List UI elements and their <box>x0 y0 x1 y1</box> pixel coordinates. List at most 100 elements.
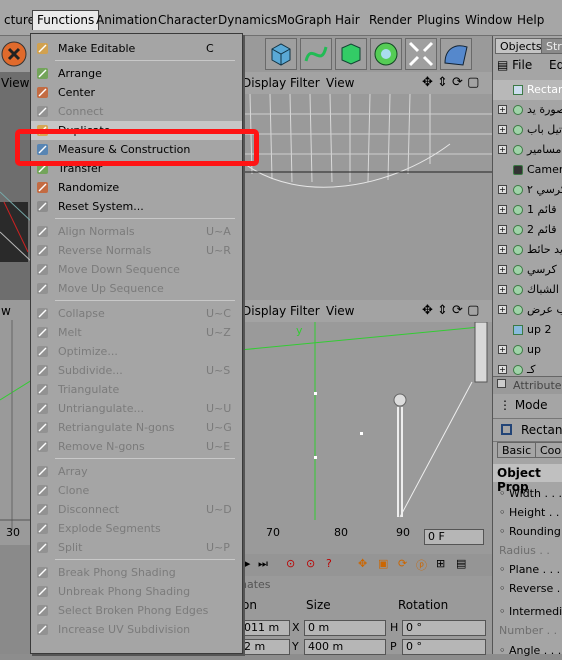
object-list-item[interactable]: + الشباك <box>493 280 562 300</box>
expand-icon[interactable]: + <box>498 285 507 294</box>
object-name: ايد حائط <box>527 243 562 256</box>
expand-icon[interactable]: + <box>498 145 507 154</box>
menu-hair[interactable]: Hair <box>331 11 364 29</box>
menu-item-shortcut: U~R <box>206 244 231 257</box>
object-list-item[interactable]: + تيل باب <box>493 120 562 140</box>
left-viewport-top[interactable]: View <box>0 72 32 300</box>
expand-icon[interactable]: + <box>498 185 507 194</box>
objects-edit-menu[interactable]: Ed <box>549 58 562 72</box>
menu-render[interactable]: Render <box>365 11 416 29</box>
rotation-h-field[interactable]: 0 ° <box>402 620 486 636</box>
menu-plugins[interactable]: Plugins <box>413 11 464 29</box>
play-icon[interactable]: ▶ <box>242 557 250 570</box>
menu-animation[interactable]: Animation <box>92 11 161 29</box>
property-8[interactable]: ◦ Angle . . . <box>499 641 561 660</box>
param-key-icon[interactable]: ⓟ <box>416 557 427 573</box>
tab-basic[interactable]: Basic <box>497 442 537 458</box>
menu-dynamics[interactable]: Dynamics <box>214 11 281 29</box>
viewport-bottom-right[interactable]: Display Filter View ✥ ⇕ ⟳ ▢ y <box>240 300 492 520</box>
move-down-sequence-icon <box>35 262 50 277</box>
property-1[interactable]: ◦ Height . . . <box>499 503 562 522</box>
cube-tool-button[interactable] <box>265 38 297 70</box>
size-y-field[interactable]: 400 m <box>304 639 386 655</box>
property-0[interactable]: ◦ Width . . . . <box>499 484 562 503</box>
position-x-field[interactable]: 011 m <box>240 620 290 636</box>
viewport-display-menu[interactable]: Display <box>242 300 286 322</box>
move-key-icon[interactable]: ✥ <box>358 557 367 570</box>
size-x-field[interactable]: 0 m <box>304 620 386 636</box>
menu-item-make-editable[interactable]: Make Editable C <box>31 39 242 58</box>
attributes-mode-menu[interactable]: ⋮ Mode <box>499 398 548 412</box>
expand-icon[interactable]: + <box>498 205 507 214</box>
menu-item-randomize[interactable]: Randomize <box>31 178 242 197</box>
viewport-nav-icons[interactable]: ✥ ⇕ ⟳ ▢ <box>422 300 479 322</box>
object-list-item[interactable]: + باب عرض <box>493 300 562 320</box>
viewport-view-menu[interactable]: View <box>326 300 354 322</box>
current-frame-field[interactable]: 0 F <box>424 529 484 545</box>
tab-objects[interactable]: Objects <box>495 38 547 54</box>
expand-icon[interactable]: + <box>498 265 507 274</box>
position-y-field[interactable]: 2 m <box>240 639 290 655</box>
menu-functions[interactable]: Functions <box>32 10 100 30</box>
object-list-item[interactable]: Rectan <box>493 80 562 100</box>
rotation-p-field[interactable]: 0 ° <box>402 639 486 655</box>
viewport-view-menu[interactable]: View <box>326 72 354 94</box>
viewport-display-menu[interactable]: Display <box>242 72 286 94</box>
grid-icon[interactable]: ⊞ <box>436 557 445 570</box>
expand-icon[interactable]: + <box>498 105 507 114</box>
deformer-tool-button[interactable] <box>405 38 437 70</box>
array-tool-button[interactable] <box>370 38 402 70</box>
tab-coord[interactable]: Coor <box>535 442 562 458</box>
object-list-item[interactable]: + قائم 1 <box>493 200 562 220</box>
close-icon[interactable] <box>0 39 30 69</box>
expand-icon[interactable]: + <box>498 345 507 354</box>
object-list-item[interactable]: + ايد حائط <box>493 240 562 260</box>
object-list-item[interactable]: + قائم 2 <box>493 220 562 240</box>
expand-icon[interactable]: + <box>498 225 507 234</box>
uv-subdivision-icon <box>35 622 50 637</box>
property-4[interactable]: ◦ Plane . . . . <box>499 560 562 579</box>
autokey-icon[interactable]: ⊙ <box>306 557 315 570</box>
rotate-key-icon[interactable]: ⟳ <box>398 557 407 570</box>
object-list-item[interactable]: + up <box>493 340 562 360</box>
menu-character[interactable]: Character <box>154 11 221 29</box>
expand-icon[interactable]: + <box>498 305 507 314</box>
viewport-view-label[interactable]: View <box>1 76 29 90</box>
expand-icon[interactable]: + <box>498 245 507 254</box>
goto-end-icon[interactable]: ⏭ <box>258 557 268 571</box>
viewport-filter-menu[interactable]: Filter <box>290 300 320 322</box>
tab-structure[interactable]: Str <box>541 38 562 54</box>
viewport-filter-menu[interactable]: Filter <box>290 72 320 94</box>
property-6[interactable]: ◦ Intermediate <box>499 602 562 621</box>
nurbs-tool-button[interactable] <box>335 38 367 70</box>
object-list-item[interactable]: + كرسي ٢ <box>493 180 562 200</box>
expand-icon[interactable]: + <box>498 125 507 134</box>
object-list-item[interactable]: + كرسي <box>493 260 562 280</box>
menu-help[interactable]: Help <box>513 11 548 29</box>
menu-window[interactable]: Window <box>461 11 516 29</box>
property-5[interactable]: ◦ Reverse . . <box>499 579 562 598</box>
viewport-top-right[interactable]: Display Filter View ✥ ⇕ ⟳ ▢ <box>240 72 492 300</box>
more-icon[interactable]: ▤ <box>456 557 466 570</box>
menu-mograph[interactable]: MoGraph <box>273 11 336 29</box>
object-list-item[interactable]: + صورة يد <box>493 100 562 120</box>
scene-tool-button[interactable] <box>440 38 472 70</box>
menu-item-unbreak-phong-shading: Unbreak Phong Shading <box>31 582 242 601</box>
spline-icon <box>304 46 328 62</box>
spline-tool-button[interactable] <box>300 38 332 70</box>
object-list-item[interactable]: Camera <box>493 160 562 180</box>
menu-item-arrange[interactable]: Arrange <box>31 64 242 83</box>
left-viewport-bottom[interactable]: w 30 <box>0 300 32 545</box>
viewport-nav-icons[interactable]: ✥ ⇕ ⟳ ▢ <box>422 72 479 94</box>
menu-item-remove-n-gons: Remove N-gons U~E <box>31 437 242 456</box>
objects-file-menu[interactable]: ▤ File <box>497 58 532 72</box>
object-list-item[interactable]: up 2 <box>493 320 562 340</box>
property-2[interactable]: ◦ Rounding . <box>499 522 562 541</box>
record-icon[interactable]: ⊙ <box>286 557 295 570</box>
object-list-item[interactable]: + مسامير <box>493 140 562 160</box>
keyframe-help-icon[interactable]: ? <box>326 557 332 570</box>
menu-item-reset-system[interactable]: Reset System... <box>31 197 242 216</box>
scale-key-icon[interactable]: ▣ <box>378 557 388 570</box>
menu-item-center[interactable]: Center <box>31 83 242 102</box>
expand-icon[interactable]: + <box>498 365 507 374</box>
